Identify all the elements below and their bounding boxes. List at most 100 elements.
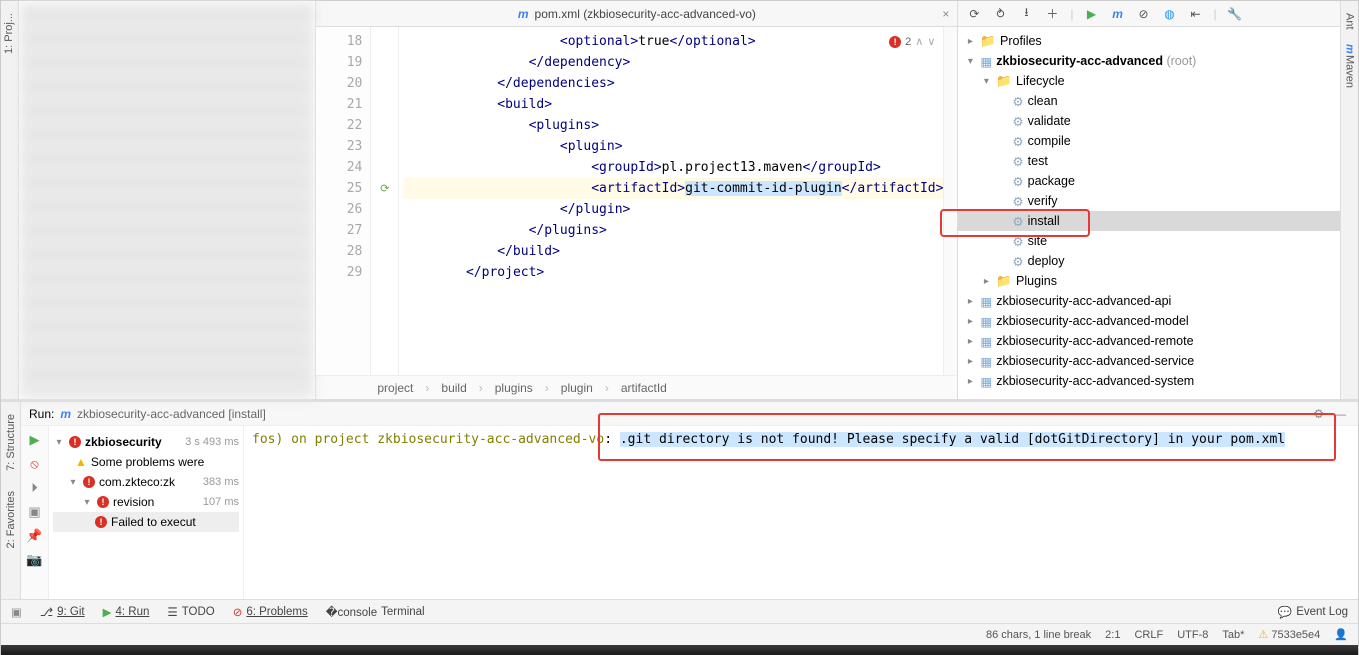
editor-tab-title: pom.xml (zkbiosecurity-acc-advanced-vo) [535,7,756,21]
project-tree-panel [19,1,317,399]
error-stripe[interactable] [943,27,957,375]
left-tool-stripe-lower: 7: Structure 2: Favorites [1,402,21,599]
toggle-offline-icon[interactable]: ⊘ [1136,6,1152,22]
maven-lifecycle-test[interactable]: ⚙test [958,151,1340,171]
error-count: 2 [905,36,911,48]
run-tree-failed[interactable]: ! Failed to execut [53,512,239,532]
status-selection: 86 chars, 1 line break [986,629,1091,641]
editor-tabbar: m pom.xml (zkbiosecurity-acc-advanced-vo… [316,1,957,27]
editor-tab-pom[interactable]: m pom.xml (zkbiosecurity-acc-advanced-vo… [316,7,957,21]
run-result-tree[interactable]: ▾! zkbiosecurity3 s 493 ms ▲ Some proble… [49,426,244,599]
maven-lifecycle-validate[interactable]: ⚙validate [958,111,1340,131]
git-tool-tab[interactable]: ⎇9: Git [40,605,85,619]
error-icon: ! [83,476,95,488]
status-line-sep[interactable]: CRLF [1134,629,1163,641]
breadcrumb-item[interactable]: artifactId [615,381,673,395]
breadcrumb[interactable]: project›build›plugins›plugin›artifactId [316,375,957,399]
bottom-tool-stripe: ▣ ⎇9: Git ▶4: Run ☰TODO ⊘6: Problems �co… [1,599,1358,623]
breadcrumb-item[interactable]: build [435,381,472,395]
generate-sources-icon[interactable]: ⥁ [992,6,1008,22]
breadcrumb-item[interactable]: project [371,381,419,395]
todo-tool-tab[interactable]: ☰TODO [167,605,214,619]
maven-lifecycle-compile[interactable]: ⚙compile [958,131,1340,151]
run-icon[interactable]: ▶ [1084,6,1100,22]
maven-tool-tab[interactable]: Maven [1344,55,1356,88]
run-tree-warning[interactable]: ▲ Some problems were [53,452,239,472]
console-output[interactable]: fos) on project zkbiosecurity-acc-advanc… [244,426,1358,599]
maven-plugins-folder[interactable]: ▸📁Plugins [958,271,1340,291]
editor-panel: m pom.xml (zkbiosecurity-acc-advanced-vo… [316,1,958,399]
problems-tool-tab[interactable]: ⊘6: Problems [233,605,308,619]
maven-lifecycle-folder[interactable]: ▾📁Lifecycle [958,71,1340,91]
filter-icon[interactable]: ⏵ [27,480,43,496]
event-log-tab[interactable]: 💬Event Log [1278,605,1348,619]
maven-profiles[interactable]: ▸📁Profiles [958,31,1340,51]
maven-module-zkbiosecurity-acc-advanced-service[interactable]: ▸▦zkbiosecurity-acc-advanced-service [958,351,1340,371]
maven-tree[interactable]: ▸📁Profiles▾▦zkbiosecurity-acc-advanced (… [958,27,1340,399]
maven-lifecycle-install[interactable]: ⚙install [958,211,1340,231]
code-area[interactable]: <optional>true</optional> </dependency> … [399,27,943,375]
project-tree-blurred [19,1,316,399]
collapse-icon[interactable]: ⇤ [1188,6,1204,22]
editor-gutter: 181920212223242526272829 [316,27,371,375]
download-icon[interactable]: ⭳ [1018,6,1034,22]
maven-lifecycle-verify[interactable]: ⚙verify [958,191,1340,211]
add-icon[interactable]: ＋ [1044,6,1060,22]
status-git-branch[interactable]: ⚠ 7533e5e4 [1258,628,1320,641]
project-tool-tab[interactable]: 1: Proj... [3,13,15,54]
layout-icon[interactable]: ▣ [27,504,43,520]
maven-module-zkbiosecurity-acc-advanced-remote[interactable]: ▸▦zkbiosecurity-acc-advanced-remote [958,331,1340,351]
error-icon: ! [69,436,81,448]
maven-lifecycle-deploy[interactable]: ⚙deploy [958,251,1340,271]
maven-lifecycle-package[interactable]: ⚙package [958,171,1340,191]
run-settings-icon[interactable]: ⚙ [1313,407,1324,421]
pin-icon[interactable]: 📌 [27,528,43,544]
run-tree-goal[interactable]: ▾! com.zkteco:zk383 ms [53,472,239,492]
breadcrumb-item[interactable]: plugins [489,381,539,395]
close-tab-icon[interactable]: × [942,7,949,21]
inspection-widget[interactable]: ! 2 ∧ ∨ [889,35,935,48]
favorites-tool-tab[interactable]: 2: Favorites [5,491,17,548]
tool-windows-icon[interactable]: ▣ [11,605,22,619]
maven-tool-tab-icon: m [1344,44,1356,54]
maven-module-zkbiosecurity-acc-advanced-system[interactable]: ▸▦zkbiosecurity-acc-advanced-system [958,371,1340,391]
camera-icon[interactable]: 📷 [27,552,43,568]
left-tool-stripe: 1: Proj... [1,1,19,399]
error-icon: ! [95,516,107,528]
status-indent[interactable]: Tab* [1222,629,1244,641]
rerun-icon[interactable]: ▶ [27,432,43,448]
run-tool-tab[interactable]: ▶4: Run [103,605,150,619]
ant-tool-tab[interactable]: Ant [1344,13,1356,30]
maven-file-icon: m [518,7,529,21]
maven-lifecycle-clean[interactable]: ⚙clean [958,91,1340,111]
status-bar: 86 chars, 1 line break 2:1 CRLF UTF-8 Ta… [1,623,1358,645]
structure-tool-tab[interactable]: 7: Structure [5,414,17,471]
stop-error-icon[interactable]: ⦸ [27,456,43,472]
breadcrumb-item[interactable]: plugin [555,381,599,395]
maven-toolbar: ⟳ ⥁ ⭳ ＋ | ▶ m ⊘ ◍ ⇤ | 🔧 [958,1,1340,27]
run-tree-revision[interactable]: ▾! revision107 ms [53,492,239,512]
status-inspect-icon[interactable]: 👤 [1334,628,1348,641]
maven-module-zkbiosecurity-acc-advanced-model[interactable]: ▸▦zkbiosecurity-acc-advanced-model [958,311,1340,331]
run-gutter: ▶ ⦸ ⏵ ▣ 📌 📷 [21,426,49,599]
chevron-up-icon[interactable]: ∧ [915,35,923,48]
terminal-tool-tab[interactable]: �consoleTerminal [326,605,425,619]
run-label: Run: [29,407,54,421]
settings-icon[interactable]: 🔧 [1227,6,1243,22]
maven-root-module[interactable]: ▾▦zkbiosecurity-acc-advanced (root) [958,51,1340,71]
status-encoding[interactable]: UTF-8 [1177,629,1208,641]
show-dependencies-icon[interactable]: ◍ [1162,6,1178,22]
run-config-name[interactable]: zkbiosecurity-acc-advanced [install] [77,407,266,421]
editor-marker-column: ⟳ [371,27,399,375]
status-position[interactable]: 2:1 [1105,629,1120,641]
error-icon: ! [97,496,109,508]
warning-icon: ▲ [75,455,87,469]
chevron-down-icon[interactable]: ∨ [927,35,935,48]
minimize-icon[interactable]: — [1334,407,1346,421]
execute-goal-icon[interactable]: m [1110,6,1126,22]
maven-module-zkbiosecurity-acc-advanced-api[interactable]: ▸▦zkbiosecurity-acc-advanced-api [958,291,1340,311]
run-tree-root[interactable]: ▾! zkbiosecurity3 s 493 ms [53,432,239,452]
maven-lifecycle-site[interactable]: ⚙site [958,231,1340,251]
reimport-icon[interactable]: ⟳ [966,6,982,22]
run-header: Run: m zkbiosecurity-acc-advanced [insta… [21,402,1358,426]
